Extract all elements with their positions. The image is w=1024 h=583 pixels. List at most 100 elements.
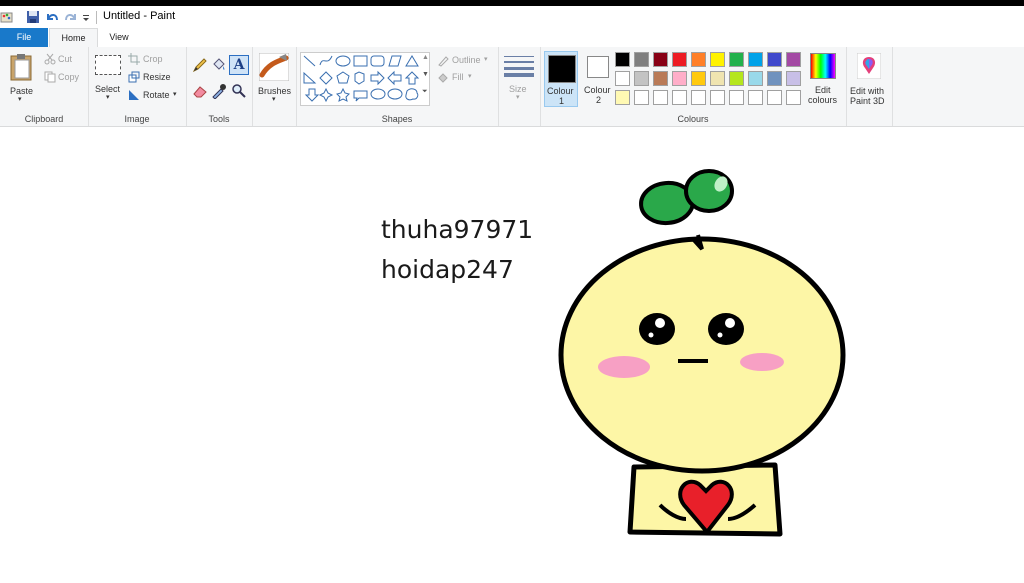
tools-group: A Tools (186, 47, 253, 126)
palette-swatch[interactable] (786, 71, 801, 86)
eraser-icon[interactable] (192, 83, 208, 99)
sprout-leaf-right (684, 169, 734, 213)
resize-button[interactable]: Resize (143, 72, 171, 82)
palette-swatch[interactable] (729, 90, 744, 105)
brushes-group: Brushes ▾ (252, 47, 297, 126)
palette-swatch[interactable] (710, 71, 725, 86)
palette-swatch[interactable] (748, 71, 763, 86)
palette-swatch[interactable] (710, 52, 725, 67)
colour2-button[interactable]: Colour 2 (582, 51, 616, 107)
palette-swatch[interactable] (672, 90, 687, 105)
pencil-icon[interactable] (192, 57, 208, 73)
palette-swatch[interactable] (672, 52, 687, 67)
palette-swatch[interactable] (710, 90, 725, 105)
palette-swatch[interactable] (653, 90, 668, 105)
colours-group-label: Colours (677, 114, 709, 124)
ribbon: Paste ▾ Cut Copy Clipboard Select ▾ Crop… (0, 47, 1024, 127)
right-cheek (740, 353, 784, 371)
fill-dropdown-arrow[interactable]: ▾ (468, 72, 472, 80)
copy-button[interactable]: Copy (58, 72, 79, 82)
palette-swatch[interactable] (748, 52, 763, 67)
paint-app-icon[interactable] (0, 10, 14, 24)
save-icon[interactable] (26, 10, 40, 24)
crop-button[interactable]: Crop (143, 54, 163, 64)
palette-swatch[interactable] (691, 52, 706, 67)
outline-dropdown-arrow[interactable]: ▾ (484, 55, 488, 63)
clipboard-group-label: Clipboard (24, 114, 64, 124)
palette-swatch[interactable] (615, 52, 630, 67)
palette-swatch[interactable] (729, 52, 744, 67)
size-button[interactable]: Size ▾ (502, 53, 536, 105)
palette-swatch[interactable] (615, 71, 630, 86)
palette-swatch[interactable] (653, 52, 668, 67)
palette-swatch[interactable] (691, 90, 706, 105)
copy-icon (44, 71, 56, 83)
edit-colours-button[interactable]: Edit colours (806, 51, 840, 107)
edit-colours-label-b: colours (808, 95, 838, 105)
brush-icon (259, 53, 289, 81)
palette-swatch[interactable] (634, 52, 649, 67)
colour2-label-a: Colour (584, 85, 611, 95)
character-head (558, 236, 846, 474)
ribbon-tabs: File Home View (0, 28, 1024, 49)
resize-icon (128, 71, 140, 83)
outline-icon (438, 56, 449, 67)
palette-swatch[interactable] (786, 52, 801, 67)
shapes-scroll-down[interactable]: ▼ (422, 71, 429, 78)
color-picker-icon[interactable] (211, 83, 227, 99)
undo-icon[interactable] (45, 10, 59, 24)
palette-swatch[interactable] (767, 52, 782, 67)
paint3d-icon (857, 53, 881, 79)
cut-button[interactable]: Cut (58, 54, 72, 64)
magnifier-icon[interactable] (231, 83, 247, 99)
edit-colours-icon (810, 53, 836, 79)
size-group: Size ▾ (498, 47, 541, 126)
left-eye (639, 313, 675, 345)
palette-swatch[interactable] (672, 71, 687, 86)
palette-swatch[interactable] (748, 90, 763, 105)
cut-icon (44, 53, 56, 65)
select-button[interactable]: Select ▾ (92, 53, 124, 107)
palette-swatch[interactable] (634, 90, 649, 105)
shapes-group: ▲ ▼ ⏷ Outline ▾ Fill ▾ Shapes (296, 47, 499, 126)
fill-bucket-icon[interactable] (211, 57, 227, 73)
palette-swatch[interactable] (786, 90, 801, 105)
size-dropdown-arrow[interactable]: ▾ (516, 93, 520, 101)
colour2-label-b: 2 (596, 95, 602, 105)
tab-home[interactable]: Home (49, 28, 98, 49)
shapes-gallery-icons[interactable] (301, 53, 429, 105)
shapes-group-label: Shapes (381, 114, 413, 124)
drawing-canvas[interactable]: thuha97971 hoidap247 (0, 127, 1024, 583)
clipboard-group: Paste ▾ Cut Copy Clipboard (0, 47, 89, 126)
rotate-dropdown-arrow[interactable]: ▾ (173, 90, 177, 98)
palette-swatch[interactable] (691, 71, 706, 86)
palette-swatch[interactable] (767, 71, 782, 86)
palette-swatch[interactable] (767, 90, 782, 105)
select-dropdown-arrow[interactable]: ▾ (106, 93, 110, 101)
right-eye (708, 313, 744, 345)
paste-dropdown-arrow[interactable]: ▾ (18, 95, 22, 103)
canvas-text-line-2: hoidap247 (381, 255, 514, 284)
fill-button[interactable]: Fill (452, 72, 464, 82)
shapes-scroll-up[interactable]: ▲ (422, 54, 429, 61)
rotate-button[interactable]: Rotate (143, 90, 170, 100)
tab-view[interactable]: View (98, 28, 140, 47)
palette-swatch[interactable] (615, 90, 630, 105)
redo-icon[interactable] (64, 10, 78, 24)
shapes-expand[interactable]: ⏷ (422, 88, 428, 96)
edit-with-paint3d-button[interactable]: Edit with Paint 3D (848, 51, 890, 107)
edit-colours-label-a: Edit (815, 85, 831, 95)
brushes-dropdown-arrow[interactable]: ▾ (272, 95, 276, 103)
palette-swatch[interactable] (653, 71, 668, 86)
palette-swatch[interactable] (729, 71, 744, 86)
paste-button[interactable]: Paste ▾ (4, 51, 38, 107)
left-cheek (598, 356, 650, 378)
outline-button[interactable]: Outline (452, 55, 481, 65)
colour1-button[interactable]: Colour 1 (544, 51, 578, 107)
tab-file[interactable]: File (0, 28, 48, 47)
palette-swatch[interactable] (634, 71, 649, 86)
brushes-button[interactable]: Brushes ▾ (256, 51, 292, 107)
text-tool-icon[interactable]: A (229, 55, 249, 75)
paint3d-label-a: Edit with (850, 86, 885, 96)
customize-quick-access-icon[interactable] (82, 10, 90, 24)
